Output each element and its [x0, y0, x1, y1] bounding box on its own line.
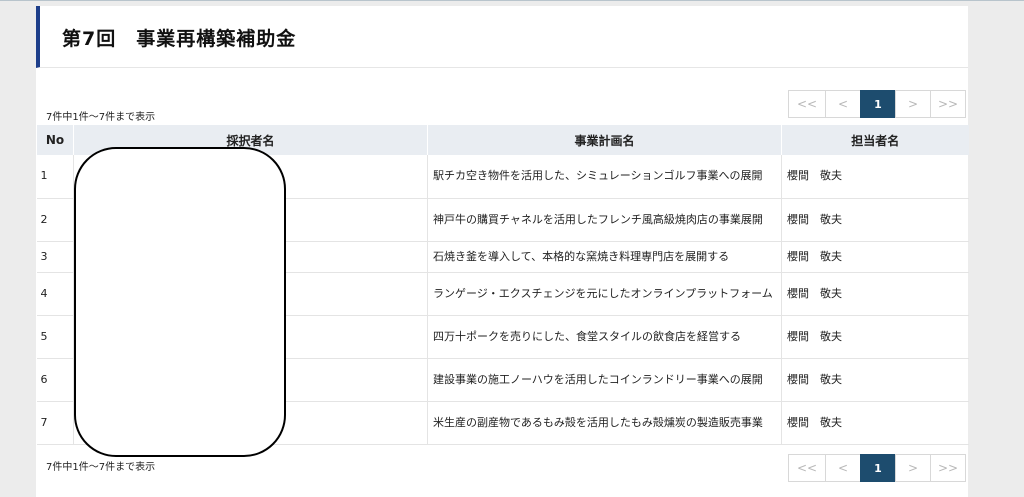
row-no: 3 [36, 241, 74, 273]
header-manager: 担当者名 [781, 125, 969, 155]
result-count-bottom: 7件中1件～7件まで表示 [46, 462, 156, 473]
row-plan: 四万十ポークを売りにした、食堂スタイルの飲食店を経営する [427, 315, 782, 359]
row-no: 2 [36, 198, 74, 242]
last-page-button[interactable]: >> [930, 90, 966, 118]
row-manager: 櫻間 敬夫 [781, 315, 969, 359]
prev-page-button[interactable]: < [825, 90, 861, 118]
header-plan: 事業計画名 [427, 125, 782, 155]
next-page-button[interactable]: > [895, 454, 931, 482]
row-no: 4 [36, 272, 74, 316]
next-page-button[interactable]: > [895, 90, 931, 118]
last-page-button[interactable]: >> [930, 454, 966, 482]
first-page-button[interactable]: << [788, 454, 826, 482]
row-plan: 神戸牛の購買チャネルを活用したフレンチ風高級焼肉店の事業展開 [427, 198, 782, 242]
page-1-button[interactable]: 1 [860, 454, 896, 482]
row-no: 5 [36, 315, 74, 359]
row-plan: 米生産の副産物であるもみ殻を活用したもみ殻燻炭の製造販売事業 [427, 401, 782, 445]
prev-page-button[interactable]: < [825, 454, 861, 482]
row-manager: 櫻間 敬夫 [781, 272, 969, 316]
page-title: 第7回 事業再構築補助金 [62, 28, 297, 50]
row-plan: 石焼き釜を導入して、本格的な窯焼き料理専門店を展開する [427, 241, 782, 273]
row-no: 7 [36, 401, 74, 445]
row-manager: 櫻間 敬夫 [781, 155, 969, 199]
title-bar: 第7回 事業再構築補助金 [36, 6, 968, 68]
redaction-mask [74, 147, 286, 457]
header-no: No [36, 125, 74, 155]
row-plan: ランゲージ・エクスチェンジを元にしたオンラインプラットフォーム [427, 272, 782, 316]
row-plan: 駅チカ空き物件を活用した、シミュレーションゴルフ事業への展開 [427, 155, 782, 199]
result-count-top: 7件中1件～7件まで表示 [46, 112, 156, 123]
row-manager: 櫻間 敬夫 [781, 358, 969, 402]
page-1-button[interactable]: 1 [860, 90, 896, 118]
row-no: 1 [36, 155, 74, 199]
row-manager: 櫻間 敬夫 [781, 401, 969, 445]
row-no: 6 [36, 358, 74, 402]
first-page-button[interactable]: << [788, 90, 826, 118]
row-plan: 建設事業の施工ノーハウを活用したコインランドリー事業への展開 [427, 358, 782, 402]
pagination-top: << < 1 > >> [788, 90, 966, 118]
row-manager: 櫻間 敬夫 [781, 198, 969, 242]
row-manager: 櫻間 敬夫 [781, 241, 969, 273]
pagination-bottom: << < 1 > >> [788, 454, 966, 482]
